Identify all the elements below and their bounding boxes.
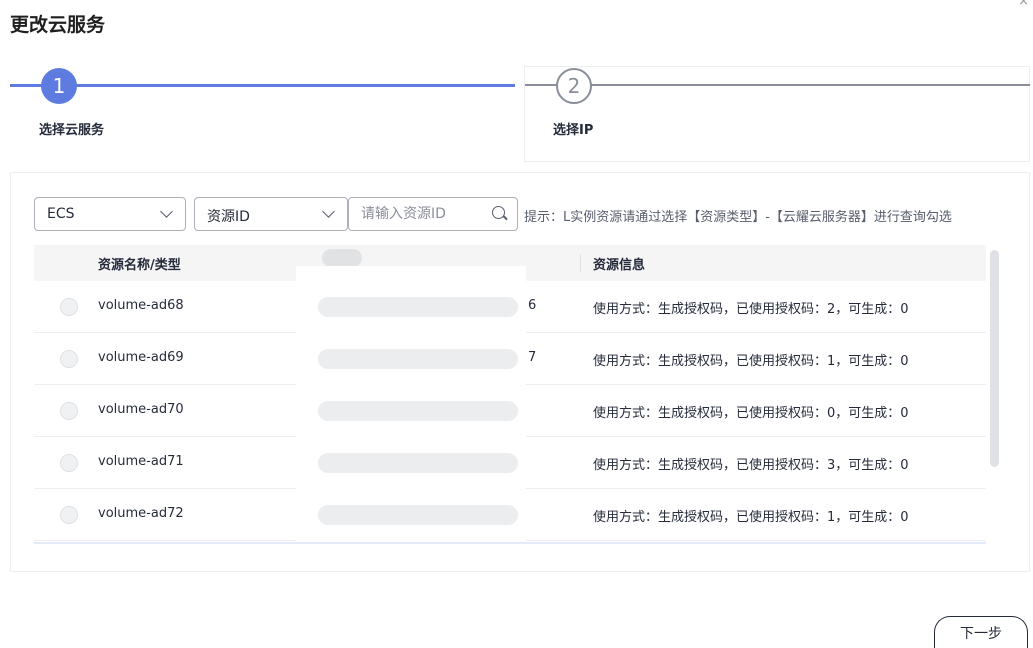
row-radio[interactable] <box>60 506 78 524</box>
resource-name: volume-ad71 <box>98 454 184 469</box>
dialog-title: 更改云服务 <box>10 14 106 36</box>
search-icon[interactable] <box>492 206 505 219</box>
redacted-id <box>318 297 518 317</box>
resource-name: volume-ad70 <box>98 402 184 417</box>
search-field-select[interactable]: 资源ID <box>194 197 348 231</box>
chevron-down-icon <box>322 205 335 218</box>
resource-info: 使用方式：生成授权码，已使用授权码：1，可生成：0 <box>593 510 909 525</box>
redacted-id <box>318 401 518 421</box>
step-2-number: 2 <box>556 68 592 104</box>
close-icon[interactable]: × <box>1018 0 1029 9</box>
blurred-header-cell <box>322 249 362 267</box>
resource-name: volume-ad72 <box>98 506 184 521</box>
row-radio[interactable] <box>60 298 78 316</box>
resource-name: volume-ad68 <box>98 298 184 313</box>
resource-type-value: ECS <box>47 206 75 222</box>
query-hint: 提示：L实例资源请通过选择【资源类型】-【云耀云服务器】进行查询勾选 <box>524 210 952 225</box>
step-panel-2 <box>524 66 1030 162</box>
search-box <box>348 197 518 231</box>
row-radio[interactable] <box>60 402 78 420</box>
chevron-down-icon <box>160 205 173 218</box>
step-1-label: 选择云服务 <box>39 123 105 138</box>
search-field-value: 资源ID <box>207 209 250 225</box>
step-1-number: 1 <box>41 68 77 104</box>
resource-id-tail: 6 <box>528 298 537 313</box>
resource-info: 使用方式：生成授权码，已使用授权码：2，可生成：0 <box>593 302 909 317</box>
step-panel-1 <box>10 66 515 162</box>
step-2-label: 选择IP <box>553 123 594 138</box>
row-radio[interactable] <box>60 350 78 368</box>
resource-type-select[interactable]: ECS <box>34 197 186 231</box>
resource-info: 使用方式：生成授权码，已使用授权码：0，可生成：0 <box>593 406 909 421</box>
row-radio[interactable] <box>60 454 78 472</box>
resource-id-tail: 7 <box>528 350 537 365</box>
redacted-id <box>318 505 518 525</box>
resource-name: volume-ad69 <box>98 350 184 365</box>
redacted-id <box>318 453 518 473</box>
step-2-progress-line <box>525 84 1030 86</box>
table-scrollbar-thumb[interactable] <box>990 250 999 467</box>
next-step-button[interactable]: 下一步 <box>934 616 1028 648</box>
step-1-progress-line <box>10 84 515 87</box>
header-resource-info: 资源信息 <box>593 258 646 273</box>
resource-info: 使用方式：生成授权码，已使用授权码：1，可生成：0 <box>593 354 909 369</box>
redacted-id <box>318 349 518 369</box>
column-divider <box>580 254 581 272</box>
search-input[interactable] <box>361 205 481 223</box>
table-bottom-border <box>34 542 986 544</box>
header-resource-name: 资源名称/类型 <box>98 258 181 273</box>
resource-info: 使用方式：生成授权码，已使用授权码：3，可生成：0 <box>593 458 909 473</box>
